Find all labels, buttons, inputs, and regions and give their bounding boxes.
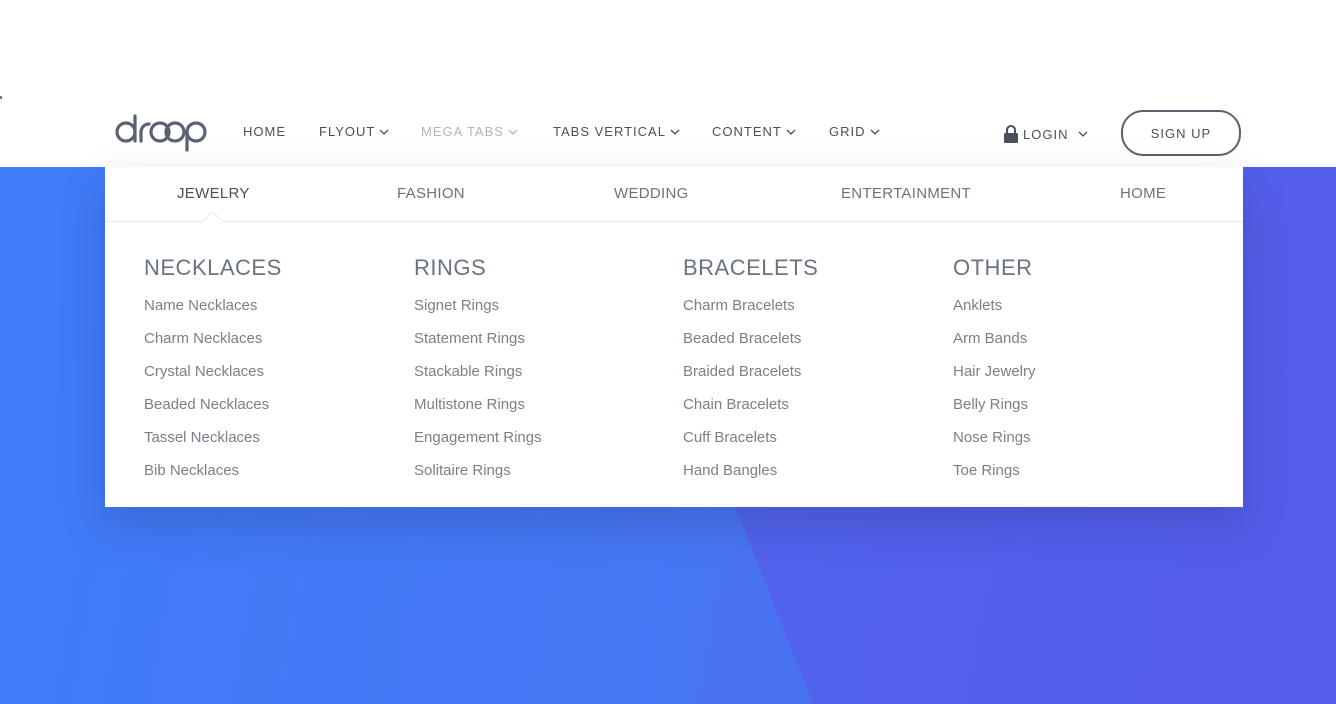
menu-link[interactable]: Name Necklaces (144, 289, 384, 322)
menu-link[interactable]: Belly Rings (953, 388, 1193, 421)
menu-link[interactable]: Toe Rings (953, 454, 1193, 487)
lock-icon (1002, 124, 1020, 144)
column-title: OTHER (953, 255, 1033, 280)
nav-item-tabs-vertical[interactable]: TABS VERTICAL (553, 124, 680, 139)
nav-item-label: FLYOUT (319, 124, 376, 139)
chevron-down-icon (1078, 129, 1088, 139)
menu-link[interactable]: Crystal Necklaces (144, 355, 384, 388)
edge-mark (0, 96, 2, 99)
menu-link[interactable]: Charm Necklaces (144, 322, 384, 355)
mega-menu-tabs: JEWELRY FASHION WEDDING ENTERTAINMENT HO… (105, 167, 1243, 233)
menu-link[interactable]: Stackable Rings (414, 355, 654, 388)
nav-item-home[interactable]: HOME (243, 124, 286, 139)
menu-link[interactable]: Hand Bangles (683, 454, 923, 487)
menu-link[interactable]: Engagement Rings (414, 421, 654, 454)
menu-link[interactable]: Solitaire Rings (414, 454, 654, 487)
menu-link[interactable]: Multistone Rings (414, 388, 654, 421)
column-title: BRACELETS (683, 255, 819, 280)
nav-item-label: TABS VERTICAL (553, 124, 666, 139)
tab-fashion[interactable]: FASHION (397, 185, 465, 202)
menu-link[interactable]: Hair Jewelry (953, 355, 1193, 388)
menu-link[interactable]: Signet Rings (414, 289, 654, 322)
menu-column-other: OTHER Anklets Arm Bands Hair Jewelry Bel… (953, 255, 1193, 487)
menu-link[interactable]: Chain Bracelets (683, 388, 923, 421)
sign-up-button[interactable]: SIGN UP (1121, 110, 1241, 156)
menu-link[interactable]: Tassel Necklaces (144, 421, 384, 454)
nav-item-grid[interactable]: GRID (829, 124, 880, 139)
tab-entertainment[interactable]: ENTERTAINMENT (841, 185, 971, 202)
menu-link[interactable]: Arm Bands (953, 322, 1193, 355)
menu-link[interactable]: Beaded Necklaces (144, 388, 384, 421)
chevron-down-icon (786, 127, 796, 137)
column-title: RINGS (414, 255, 487, 280)
chevron-down-icon (670, 127, 680, 137)
mega-menu-panel: JEWELRY FASHION WEDDING ENTERTAINMENT HO… (105, 167, 1243, 507)
nav-item-label: HOME (243, 124, 286, 139)
menu-link[interactable]: Anklets (953, 289, 1193, 322)
nav-item-label: MEGA TABS (421, 124, 504, 139)
login-label: LOGIN (1023, 126, 1069, 142)
login-menu[interactable]: LOGIN (1002, 124, 1088, 144)
tab-wedding[interactable]: WEDDING (614, 185, 689, 202)
menu-link[interactable]: Charm Bracelets (683, 289, 923, 322)
menu-link[interactable]: Beaded Bracelets (683, 322, 923, 355)
chevron-down-icon (870, 127, 880, 137)
chevron-down-icon (508, 127, 518, 137)
column-title: NECKLACES (144, 255, 282, 280)
menu-column-necklaces: NECKLACES Name Necklaces Charm Necklaces… (144, 255, 384, 487)
nav-item-content[interactable]: CONTENT (712, 124, 796, 139)
menu-column-rings: RINGS Signet Rings Statement Rings Stack… (414, 255, 654, 487)
menu-link[interactable]: Bib Necklaces (144, 454, 384, 487)
nav-item-label: CONTENT (712, 124, 782, 139)
active-tab-indicator (201, 210, 224, 233)
nav-item-mega-tabs[interactable]: MEGA TABS (421, 124, 518, 139)
tab-home[interactable]: HOME (1120, 185, 1166, 202)
brand-logo[interactable] (114, 112, 210, 152)
menu-link[interactable]: Cuff Bracelets (683, 421, 923, 454)
tab-jewelry[interactable]: JEWELRY (177, 185, 250, 202)
menu-link[interactable]: Statement Rings (414, 322, 654, 355)
menu-column-bracelets: BRACELETS Charm Bracelets Beaded Bracele… (683, 255, 923, 487)
menu-link[interactable]: Nose Rings (953, 421, 1193, 454)
nav-item-label: GRID (829, 124, 866, 139)
chevron-down-icon (379, 127, 389, 137)
menu-link[interactable]: Braided Bracelets (683, 355, 923, 388)
nav-item-flyout[interactable]: FLYOUT (319, 124, 389, 139)
